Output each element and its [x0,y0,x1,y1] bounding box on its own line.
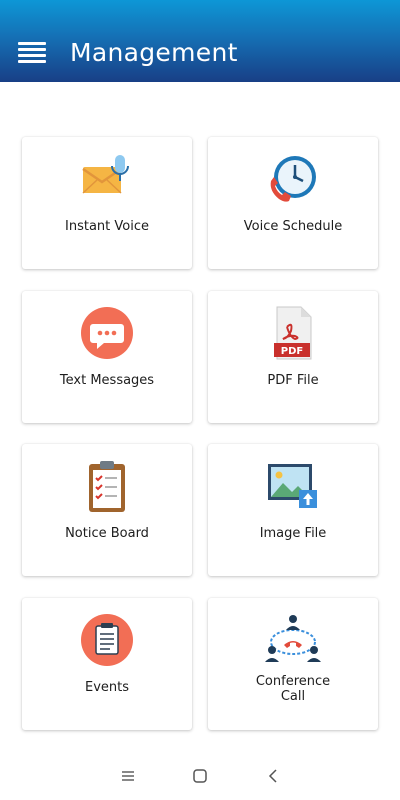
tile-instant-voice[interactable]: Instant Voice [22,137,192,269]
tile-label: Image File [259,526,327,541]
recents-icon[interactable] [118,766,138,786]
notepad-icon [81,614,133,666]
tile-label-line: Call [280,689,306,704]
back-icon[interactable] [263,766,283,786]
clock-phone-icon [270,156,316,202]
conference-call-icon [265,615,321,662]
tile-notice-board[interactable]: Notice Board [22,444,192,576]
tile-label: Notice Board [65,526,149,541]
tile-voice-schedule[interactable]: Voice Schedule [208,137,378,269]
chat-bubble-icon [81,307,133,359]
image-upload-icon [268,464,317,508]
tile-label: PDF File [267,373,319,388]
pdf-icon-text: PDF [281,346,303,357]
system-nav-bar [0,752,400,800]
tile-conference-call[interactable]: Conference Call [208,598,378,730]
tile-text-messages[interactable]: Text Messages [22,291,192,423]
envelope-microphone-icon [82,155,129,194]
tile-label: Conference Call [212,674,374,704]
tile-image-file[interactable]: Image File [208,444,378,576]
tile-label-line: Conference [255,674,331,689]
tile-label: Instant Voice [65,219,149,234]
home-icon[interactable] [190,766,210,786]
tile-label: Voice Schedule [243,219,343,234]
page-title: Management [70,38,238,67]
app-bar: Management [0,0,400,82]
clipboard-checklist-icon [89,461,125,512]
tile-label: Text Messages [59,373,155,388]
tile-pdf-file[interactable]: PDF PDF File [208,291,378,423]
hamburger-menu-icon[interactable] [18,42,46,64]
tile-label: Events [84,680,129,695]
pdf-file-icon: PDF [274,306,312,360]
tile-events[interactable]: Events [22,598,192,730]
